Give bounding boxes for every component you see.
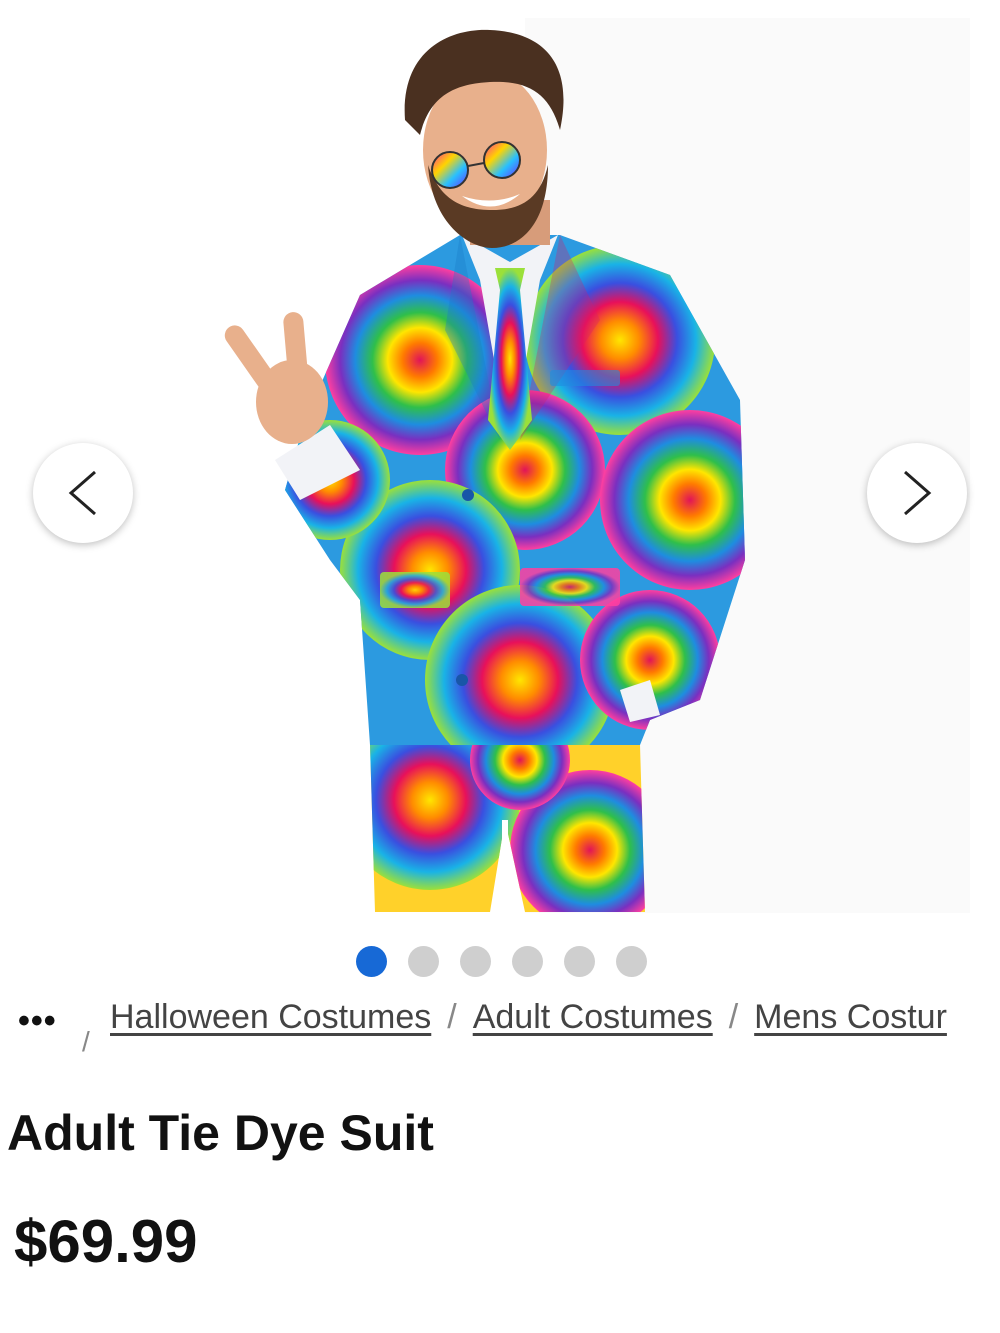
product-title: Adult Tie Dye Suit bbox=[7, 1105, 434, 1161]
breadcrumb-trail: Halloween Costumes / Adult Costumes / Mens C… bbox=[110, 998, 947, 1037]
breadcrumb-more-button[interactable]: ••• bbox=[18, 1002, 57, 1041]
breadcrumb-separator: / bbox=[728, 998, 739, 1036]
product-image bbox=[224, 18, 970, 913]
carousel-dot-4[interactable] bbox=[512, 946, 543, 977]
next-image-button[interactable] bbox=[867, 443, 967, 543]
breadcrumb-link-mens-costumes[interactable]: Mens Costur bbox=[754, 998, 947, 1036]
carousel-dot-5[interactable] bbox=[564, 946, 595, 977]
chevron-left-icon bbox=[68, 470, 96, 516]
breadcrumb-link-adult-costumes[interactable]: Adult Costumes bbox=[473, 998, 713, 1036]
carousel-dot-3[interactable] bbox=[460, 946, 491, 977]
carousel-dot-1[interactable] bbox=[356, 946, 387, 977]
product-price: $69.99 bbox=[14, 1208, 198, 1275]
breadcrumb: ••• / Halloween Costumes / Adult Costumes /… bbox=[0, 996, 1000, 1066]
breadcrumb-link-halloween-costumes[interactable]: Halloween Costumes bbox=[110, 998, 431, 1036]
product-image-gallery bbox=[0, 0, 1000, 930]
carousel-dot-2[interactable] bbox=[408, 946, 439, 977]
previous-image-button[interactable] bbox=[33, 443, 133, 543]
chevron-right-icon bbox=[904, 470, 932, 516]
breadcrumb-separator: / bbox=[447, 998, 457, 1036]
carousel-indicators bbox=[356, 946, 647, 977]
breadcrumb-separator: / bbox=[82, 1026, 90, 1057]
carousel-dot-6[interactable] bbox=[616, 946, 647, 977]
